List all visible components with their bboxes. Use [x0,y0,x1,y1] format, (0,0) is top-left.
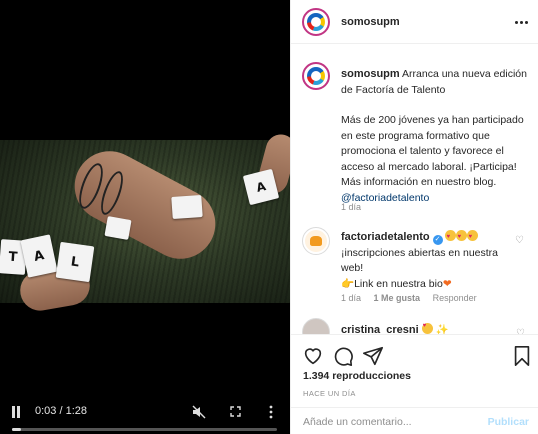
post-caption: somosupm Arranca una nueva edición de Fa… [341,67,529,221]
bookmark-icon[interactable] [511,345,533,367]
pointing-hand-emoji-icon: 👉 [341,277,355,290]
video-progress-fill [12,428,22,431]
heart-icon[interactable] [302,345,324,367]
comments-list[interactable]: somosupm Arranca una nueva edición de Fa… [291,44,538,334]
avatar[interactable] [302,8,330,36]
header-username[interactable]: somosupm [341,16,400,28]
heart-eyes-emoji-icon [456,230,468,246]
upm-logo-icon [306,66,326,86]
factoria-logo-icon [305,230,327,252]
comment-like-icon[interactable]: ♡ [515,236,525,246]
letter-card: L [55,241,95,283]
comment-username[interactable]: factoriadetalento [341,231,430,243]
caption-line2: Más de 200 jóvenes ya han participado en… [341,114,524,188]
share-icon[interactable] [362,345,384,367]
post-actions: 1.394 reproducciones HACE UN DÍA Publica… [291,334,538,434]
reply-button[interactable]: Responder [433,293,477,303]
caption-age: 1 día [341,202,362,212]
blank-card [171,194,203,220]
heart-eyes-emoji-icon [421,323,433,334]
video-time: 0:03 / 1:28 [35,405,87,417]
post-sidebar: somosupm somosupm Arranca una nueva edic… [290,0,538,434]
blank-card [104,216,132,240]
comment-meta: 1 día 1 Me gusta Responder [341,293,487,303]
comment: cristina_cresni ✨ [341,323,449,334]
comment-input[interactable] [303,414,483,430]
video-controls: 0:03 / 1:28 [0,398,290,434]
publish-button[interactable]: Publicar [488,416,529,428]
caption-avatar[interactable] [302,62,330,90]
pause-icon[interactable] [11,406,21,418]
comment-likes[interactable]: 1 Me gusta [374,293,421,303]
caption-username[interactable]: somosupm [341,68,400,80]
heart-eyes-emoji-icon [445,230,457,246]
comment-username[interactable]: cristina_cresni [341,324,419,334]
orange-heart-icon: ❤ [442,277,452,290]
sparkles-emoji-icon: ✨ [435,324,449,334]
views-count[interactable]: 1.394 reproducciones [303,370,411,382]
post-header: somosupm [291,0,538,44]
video-frame: T A L A [0,131,290,314]
post-time: HACE UN DÍA [303,389,356,398]
comment: factoriadetalento ✓ ¡inscripciones abier… [341,230,513,292]
verified-icon: ✓ [432,235,443,245]
fullscreen-icon[interactable] [230,406,241,417]
upm-logo-icon [306,12,326,32]
more-icon[interactable] [515,15,529,29]
comment-avatar[interactable] [302,318,330,334]
comment-avatar[interactable] [302,227,330,255]
heart-eyes-emoji-icon [467,230,479,246]
video-player[interactable]: T A L A 0:03 / 1:28 [0,0,290,434]
video-progress-bar[interactable] [12,428,277,431]
comment-text-line1: ¡inscripciones abiertas en nuestra web! [341,246,498,275]
comment-text-line2: Link en nuestra bio [354,277,443,290]
mute-icon[interactable] [192,405,206,419]
more-vertical-icon[interactable] [266,404,276,420]
comment-age: 1 día [341,293,362,303]
comment-composer: Publicar [291,407,538,434]
comment-icon[interactable] [332,345,354,367]
